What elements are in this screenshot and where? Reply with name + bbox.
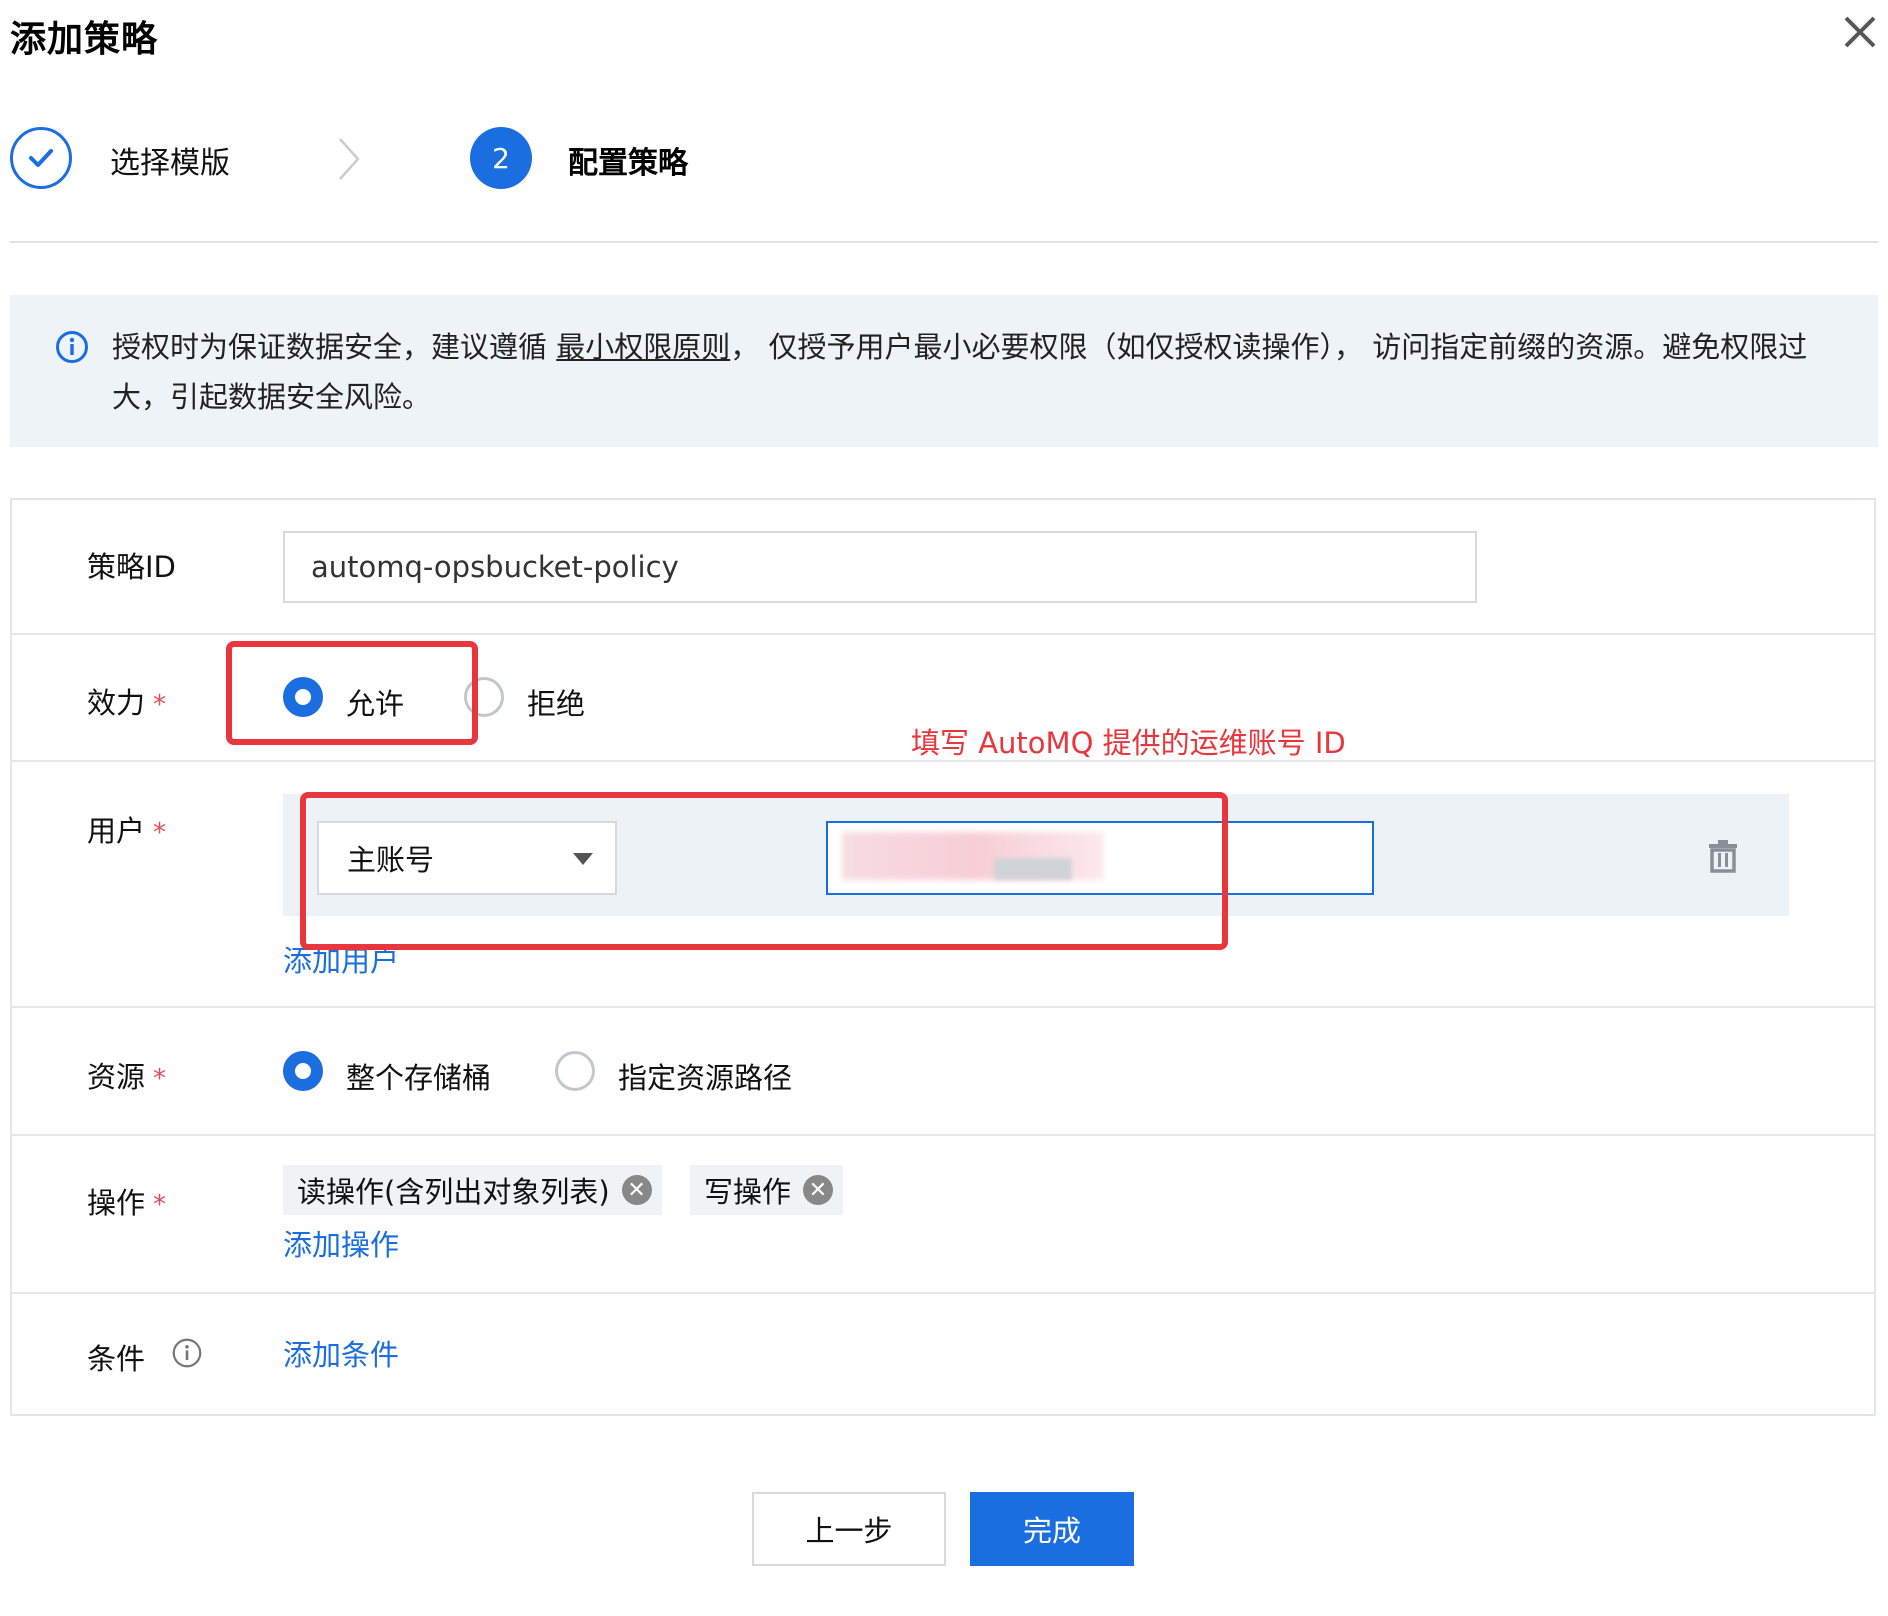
- alert-text-before: 授权时为保证数据安全，建议遵循: [112, 330, 557, 364]
- remove-tag-icon[interactable]: ✕: [803, 1175, 834, 1205]
- step-1-indicator: [10, 127, 72, 189]
- add-condition-link[interactable]: 添加条件: [283, 1332, 399, 1374]
- required-mark: *: [153, 1064, 167, 1094]
- policy-id-label: 策略ID: [87, 550, 176, 584]
- effect-label-text: 效力: [87, 686, 146, 720]
- required-mark: *: [153, 690, 167, 720]
- steps-divider: [10, 241, 1878, 243]
- add-action-link[interactable]: 添加操作: [283, 1222, 399, 1264]
- info-icon: [56, 331, 88, 363]
- effect-deny-label[interactable]: 拒绝: [527, 681, 585, 723]
- effect-label: 效力 *: [87, 680, 166, 722]
- dialog-title: 添加策略: [10, 19, 159, 60]
- annotation-highlight-box: [300, 792, 1228, 950]
- policy-id-input[interactable]: automq-opsbucket-policy: [283, 531, 1477, 603]
- condition-label: 条件: [87, 1342, 146, 1376]
- user-label: 用户 *: [87, 808, 166, 850]
- resource-path-radio[interactable]: [555, 1051, 595, 1091]
- row-divider: [12, 1292, 1876, 1294]
- row-divider: [12, 1134, 1876, 1136]
- chevron-right-icon: [339, 138, 360, 180]
- resource-bucket-label[interactable]: 整个存储桶: [346, 1055, 491, 1097]
- actions-label: 操作 *: [87, 1180, 166, 1222]
- required-mark: *: [153, 1190, 167, 1220]
- trash-icon[interactable]: [1706, 838, 1740, 874]
- required-mark: *: [153, 818, 167, 848]
- resource-path-label[interactable]: 指定资源路径: [618, 1055, 792, 1097]
- resource-label-text: 资源: [87, 1060, 146, 1094]
- previous-step-button[interactable]: 上一步: [752, 1492, 946, 1566]
- finish-button[interactable]: 完成: [970, 1492, 1134, 1566]
- info-icon[interactable]: [172, 1338, 202, 1368]
- user-label-text: 用户: [87, 814, 146, 848]
- remove-tag-icon[interactable]: ✕: [621, 1175, 652, 1205]
- resource-label: 资源 *: [87, 1054, 166, 1096]
- check-icon: [29, 149, 53, 167]
- least-privilege-link[interactable]: 最小权限原则: [556, 330, 730, 364]
- action-tag: 写操作 ✕: [690, 1165, 844, 1215]
- resource-bucket-radio[interactable]: [283, 1051, 323, 1091]
- step-1-label: 选择模版: [110, 146, 230, 181]
- annotation-text: 填写 AutoMQ 提供的运维账号 ID: [911, 726, 1346, 760]
- alert-message: 授权时为保证数据安全，建议遵循 最小权限原则， 仅授予用户最小必要权限（如仅授权…: [112, 322, 1852, 422]
- close-button[interactable]: [1840, 12, 1880, 52]
- row-divider: [12, 633, 1876, 635]
- step-2-label: 配置策略: [568, 146, 688, 181]
- actions-label-text: 操作: [87, 1186, 146, 1220]
- row-divider: [12, 1006, 1876, 1008]
- annotation-highlight-box: [226, 641, 478, 745]
- action-tag-label: 读操作(含列出对象列表): [297, 1175, 610, 1209]
- step-2-indicator: 2: [470, 127, 532, 189]
- action-tag-label: 写操作: [704, 1175, 792, 1209]
- action-tag: 读操作(含列出对象列表) ✕: [283, 1165, 662, 1215]
- close-icon: [1844, 16, 1876, 48]
